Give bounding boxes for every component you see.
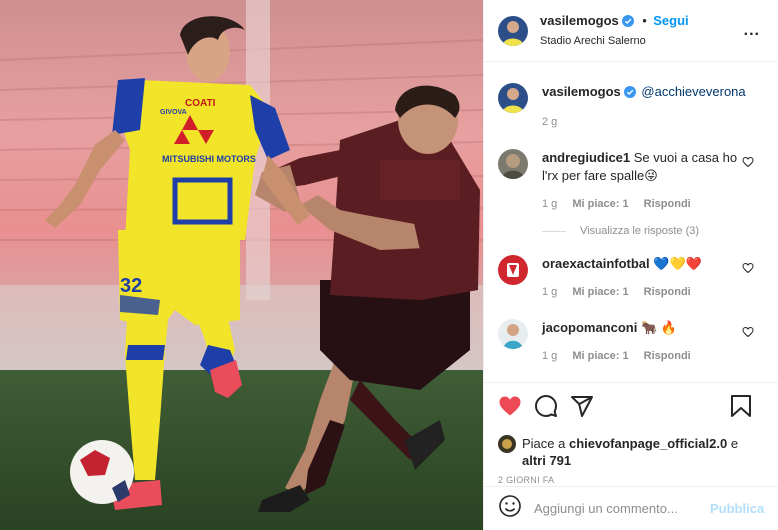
comment-input[interactable] bbox=[534, 501, 710, 516]
like-heart-icon[interactable] bbox=[498, 394, 522, 423]
comment-username[interactable]: oraexactainfotbal bbox=[542, 256, 650, 271]
follow-button[interactable]: Segui bbox=[653, 13, 688, 28]
view-replies-button[interactable]: Visualizza le risposte (3) bbox=[542, 225, 764, 237]
more-options-icon[interactable]: ... bbox=[744, 22, 760, 40]
reply-button[interactable]: Rispondi bbox=[644, 198, 691, 210]
location-link[interactable]: Stadio Arechi Salerno bbox=[540, 33, 689, 49]
caption-username[interactable]: vasilemogos bbox=[542, 84, 621, 99]
header-text: vasilemogos • Segui Stadio Arechi Salern… bbox=[540, 13, 689, 49]
post-photo[interactable]: COATI MITSUBISHI MOTORS GIVOVA 32 bbox=[0, 0, 483, 530]
post-timestamp: 2 GIORNI FA bbox=[498, 475, 555, 485]
caption-time: 2 g bbox=[542, 116, 558, 128]
post-sidebar: vasilemogos • Segui Stadio Arechi Salern… bbox=[483, 0, 778, 530]
comment-likes-count[interactable]: Mi piace: 1 bbox=[572, 198, 628, 210]
jersey-number: 32 bbox=[120, 275, 142, 297]
jersey-sponsor-main: MITSUBISHI MOTORS bbox=[162, 154, 256, 164]
likes-prefix: Piace a bbox=[522, 436, 569, 451]
comment-text: 💙💛❤️ bbox=[653, 256, 702, 271]
caption-mention-link[interactable]: @acchieveverona bbox=[641, 84, 745, 99]
avatar[interactable] bbox=[498, 435, 516, 453]
username-link[interactable]: vasilemogos bbox=[540, 13, 619, 28]
comment-item: andregiudice1 Se vuoi a casa ho l'rx per… bbox=[498, 149, 764, 213]
jersey-sponsor-top: COATI bbox=[185, 98, 216, 109]
comment-text: 🐂 🔥 bbox=[640, 320, 677, 335]
post-actions: Piace a chievofanpage_official2.0 e altr… bbox=[484, 382, 778, 492]
football-photo: COATI MITSUBISHI MOTORS GIVOVA 32 bbox=[0, 0, 483, 530]
share-paper-plane-icon[interactable] bbox=[570, 394, 594, 423]
jersey-sponsor-sub: GIVOVA bbox=[160, 109, 187, 116]
post-caption: vasilemogos @acchieveverona 2 g bbox=[498, 63, 764, 131]
avatar[interactable] bbox=[498, 83, 528, 113]
bookmark-icon[interactable] bbox=[730, 394, 752, 423]
likes-suffix: e bbox=[727, 436, 739, 451]
comment-username[interactable]: andregiudice1 bbox=[542, 150, 630, 165]
reply-button[interactable]: Rispondi bbox=[644, 350, 691, 362]
view-replies-label: Visualizza le risposte (3) bbox=[580, 225, 700, 237]
emoji-smiley-icon[interactable] bbox=[498, 494, 522, 523]
avatar[interactable] bbox=[498, 149, 528, 179]
verified-badge-icon bbox=[623, 85, 636, 103]
comment-time: 1 g bbox=[542, 198, 558, 210]
reply-button[interactable]: Rispondi bbox=[644, 286, 691, 298]
comment-likes-count[interactable]: Mi piace: 1 bbox=[572, 286, 628, 298]
comment-username[interactable]: jacopomanconi bbox=[542, 320, 637, 335]
instagram-post: COATI MITSUBISHI MOTORS GIVOVA 32 vasile… bbox=[0, 0, 778, 530]
comment-item: oraexactainfotbal 💙💛❤️ 1 g Mi piace: 1 R… bbox=[498, 255, 764, 301]
likes-summary: Piace a chievofanpage_official2.0 e altr… bbox=[498, 435, 764, 469]
like-comment-heart-icon[interactable] bbox=[742, 261, 754, 279]
likes-user-link[interactable]: chievofanpage_official2.0 bbox=[569, 436, 727, 451]
comment-likes-count[interactable]: Mi piace: 1 bbox=[572, 350, 628, 362]
comments-list[interactable]: vasilemogos @acchieveverona 2 g andregiu… bbox=[484, 63, 778, 381]
verified-badge-icon bbox=[621, 14, 634, 31]
comment-item: jacopomanconi 🐂 🔥 1 g Mi piace: 1 Rispon… bbox=[498, 319, 764, 365]
comment-time: 1 g bbox=[542, 350, 558, 362]
publish-button[interactable]: Pubblica bbox=[710, 501, 764, 516]
like-comment-heart-icon[interactable] bbox=[742, 155, 754, 173]
separator: • bbox=[642, 12, 647, 28]
likes-others-link[interactable]: altri 791 bbox=[522, 453, 571, 468]
comment-bubble-icon[interactable] bbox=[534, 394, 558, 423]
like-comment-heart-icon[interactable] bbox=[742, 325, 754, 343]
avatar[interactable] bbox=[498, 15, 528, 46]
action-icons bbox=[498, 394, 764, 423]
avatar[interactable] bbox=[498, 319, 528, 349]
post-header: vasilemogos • Segui Stadio Arechi Salern… bbox=[484, 0, 778, 62]
avatar[interactable] bbox=[498, 255, 528, 285]
comment-time: 1 g bbox=[542, 286, 558, 298]
add-comment-bar: Pubblica bbox=[484, 486, 778, 530]
